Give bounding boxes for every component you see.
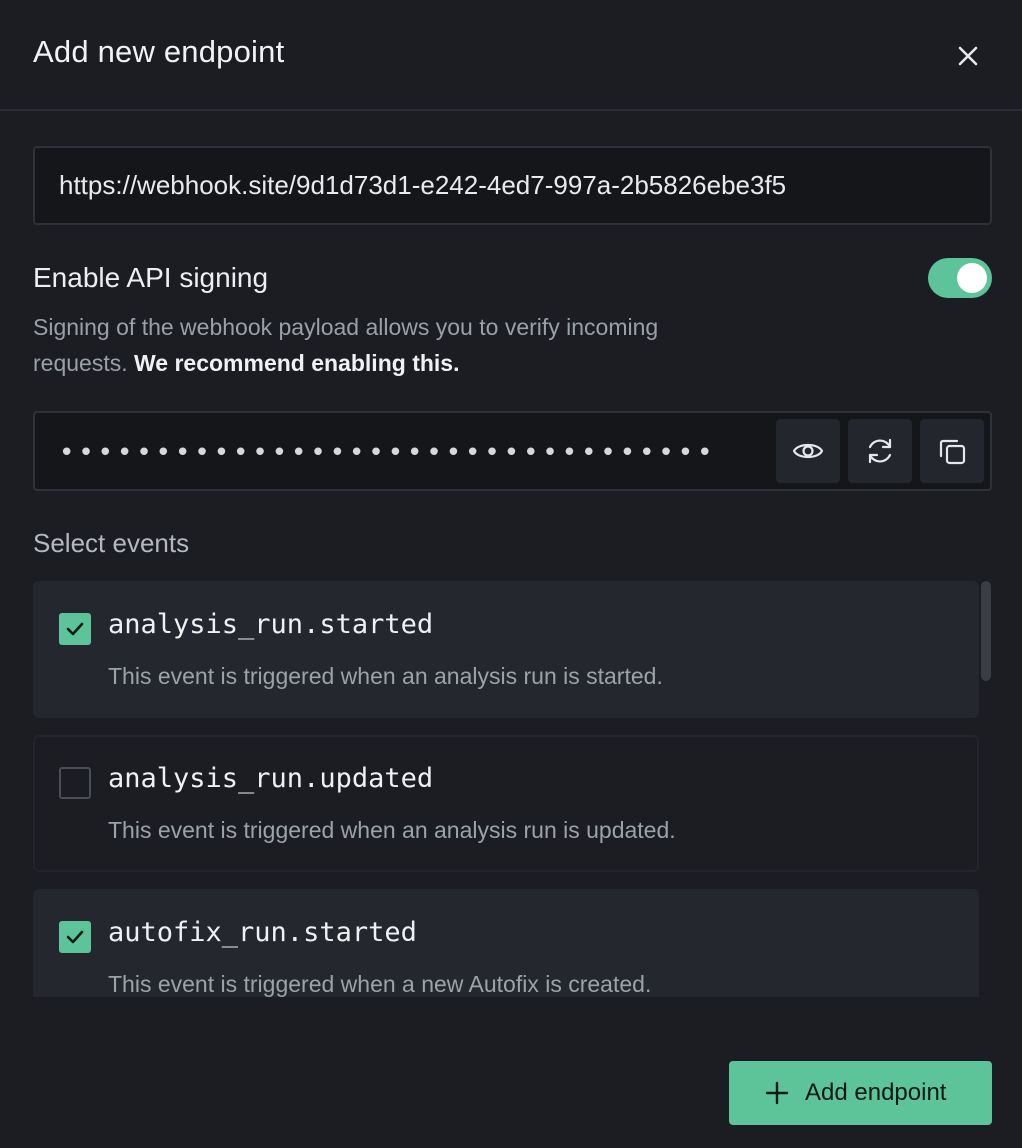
event-name: analysis_run.started [108,609,434,640]
add-endpoint-dialog: Add new endpoint https://webhook.site/9d… [0,0,1022,1148]
signing-recommendation: We recommend enabling this. [134,350,460,376]
eye-icon [792,443,824,459]
secret-masked-value: •••••••••••••••••••••••••••••••••• [59,438,717,468]
event-name: autofix_run.started [108,917,417,948]
close-button[interactable] [950,38,986,74]
signing-secret-field[interactable]: •••••••••••••••••••••••••••••••••• [33,411,992,491]
endpoint-url-input[interactable]: https://webhook.site/9d1d73d1-e242-4ed7-… [33,146,992,225]
dialog-title: Add new endpoint [33,34,285,69]
events-scrollbar[interactable] [981,581,991,681]
api-signing-toggle[interactable] [928,258,992,298]
event-description: This event is triggered when a new Autof… [108,971,652,997]
plus-icon [765,1081,789,1105]
event-checkbox[interactable] [59,613,91,645]
events-list[interactable]: analysis_run.started This event is trigg… [33,581,993,997]
event-description: This event is triggered when an analysis… [108,663,663,689]
event-checkbox[interactable] [59,767,91,799]
event-checkbox[interactable] [59,921,91,953]
event-item-analysis-run-updated[interactable]: analysis_run.updated This event is trigg… [33,735,979,872]
api-signing-description: Signing of the webhook payload allows yo… [33,309,673,381]
event-item-analysis-run-started[interactable]: analysis_run.started This event is trigg… [33,581,979,718]
check-icon [66,930,84,944]
copy-secret-button[interactable] [920,419,984,483]
close-icon [958,46,978,66]
check-icon [66,622,84,636]
reveal-secret-button[interactable] [776,419,840,483]
add-endpoint-button[interactable]: Add endpoint [729,1061,992,1125]
regenerate-secret-button[interactable] [848,419,912,483]
api-signing-label: Enable API signing [33,262,269,293]
toggle-knob [957,263,987,293]
event-name: analysis_run.updated [108,763,434,794]
select-events-label: Select events [33,528,190,558]
add-endpoint-label: Add endpoint [805,1079,947,1106]
refresh-icon [868,438,892,464]
event-description: This event is triggered when an analysis… [108,817,676,843]
event-item-autofix-run-started[interactable]: autofix_run.started This event is trigge… [33,889,979,997]
copy-icon [939,439,966,465]
dialog-header: Add new endpoint [0,0,1022,111]
